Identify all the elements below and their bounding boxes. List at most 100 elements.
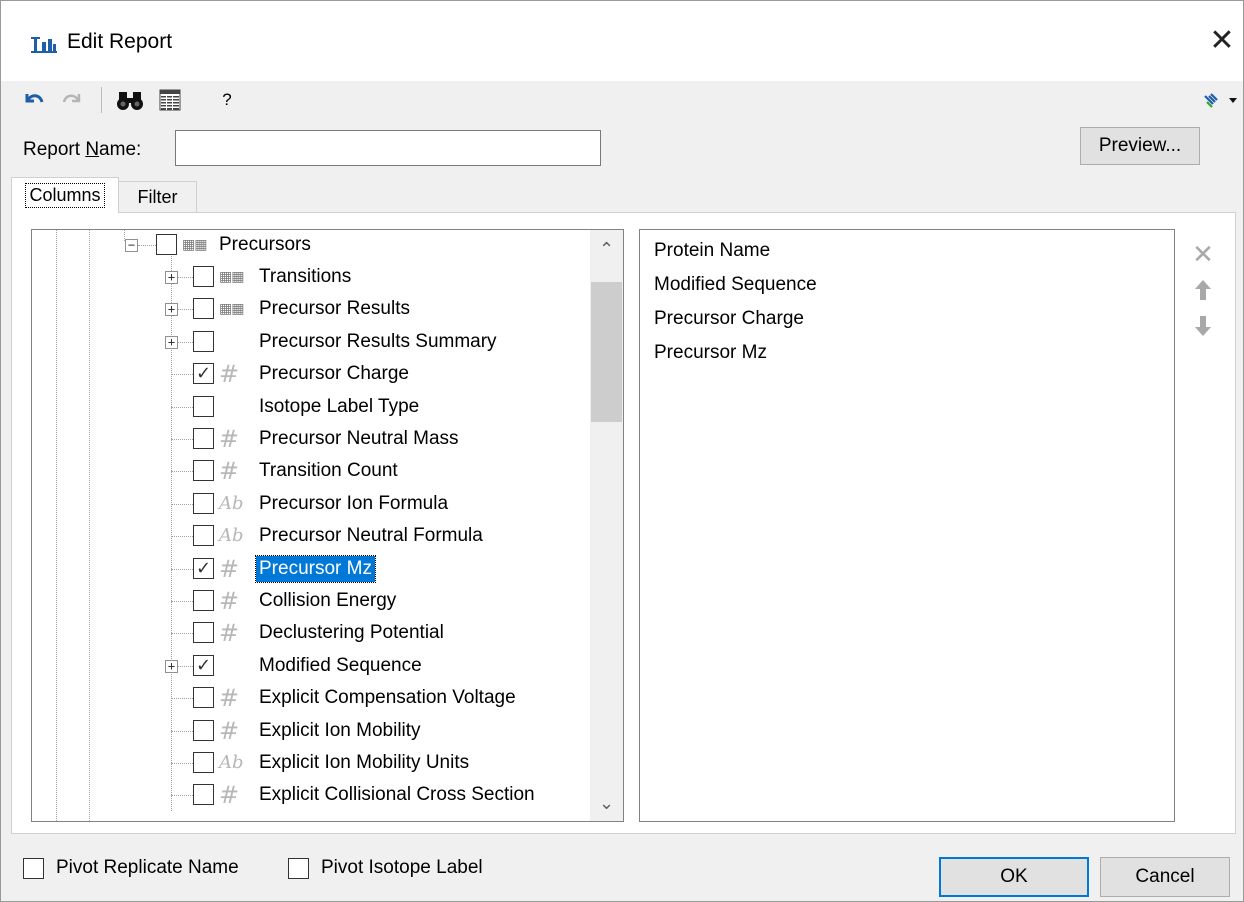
close-icon[interactable]: ✕ — [1207, 23, 1237, 59]
remove-x-icon[interactable]: ✕ — [1187, 239, 1219, 269]
column-grid-icon[interactable] — [153, 85, 187, 115]
tree-checkbox[interactable] — [193, 590, 214, 611]
pivot-replicate-label: Pivot Replicate Name — [56, 857, 239, 878]
tree-row[interactable]: # Explicit Collisional Cross Section — [32, 780, 588, 810]
tree-checkbox[interactable] — [193, 720, 214, 741]
tree-checkbox[interactable]: ✓ — [193, 363, 214, 384]
list-item[interactable]: Precursor Mz — [654, 340, 767, 366]
preview-button[interactable]: Preview... — [1080, 127, 1200, 165]
pivot-replicate-checkbox[interactable] — [23, 857, 44, 879]
table-icon: ▦▦ — [219, 269, 244, 285]
tree-node-label: Explicit Ion Mobility Units — [259, 752, 470, 773]
tree-checkbox[interactable] — [193, 428, 214, 449]
help-button[interactable]: ? — [215, 85, 239, 115]
tree-row[interactable]: # Explicit Ion Mobility — [32, 716, 588, 746]
tree-row[interactable]: ✓ # Precursor Mz — [32, 554, 588, 584]
tree-row[interactable]: # Explicit Compensation Voltage — [32, 683, 588, 713]
tree-row[interactable]: # Precursor Neutral Mass — [32, 424, 588, 454]
hash-icon: # — [219, 555, 240, 583]
tab-columns[interactable]: Columns — [11, 177, 119, 213]
tree-checkbox[interactable] — [193, 784, 214, 805]
toolbar: ? — [1, 81, 1243, 119]
text-icon: Ab — [219, 752, 244, 773]
tree-row[interactable]: + Precursor Results Summary — [32, 327, 588, 357]
tree-row[interactable]: Ab Precursor Neutral Formula — [32, 521, 588, 551]
tree-vertical-scrollbar[interactable]: ⌃ ⌄ — [590, 230, 623, 821]
report-name-input[interactable] — [175, 130, 601, 166]
expand-icon[interactable]: + — [165, 303, 178, 316]
tree-checkbox[interactable]: ✓ — [193, 558, 214, 579]
hash-icon: # — [219, 457, 240, 485]
pivot-isotope-option[interactable]: Pivot Isotope Label — [288, 853, 483, 883]
hash-icon: # — [219, 619, 240, 647]
tree-row[interactable]: + ▦▦ Transitions — [32, 262, 588, 292]
expand-icon[interactable]: + — [165, 271, 178, 284]
tree-checkbox[interactable] — [193, 493, 214, 514]
tree-checkbox[interactable] — [193, 525, 214, 546]
pivot-replicate-option[interactable]: Pivot Replicate Name — [23, 853, 239, 883]
list-item[interactable]: Modified Sequence — [654, 272, 817, 298]
pivot-isotope-checkbox[interactable] — [288, 857, 309, 879]
tree-checkbox[interactable] — [193, 331, 214, 352]
tree-node-label: Explicit Ion Mobility — [259, 720, 421, 741]
redo-icon[interactable] — [57, 85, 87, 115]
scroll-up-icon[interactable]: ⌃ — [590, 234, 623, 264]
collapse-icon[interactable]: − — [125, 239, 138, 252]
pivot-isotope-label: Pivot Isotope Label — [321, 857, 483, 878]
column-tree[interactable]: − ▦▦ Precursors + ▦▦ Transitions + ▦▦ Precurs… — [31, 229, 624, 822]
tree-checkbox[interactable] — [193, 460, 214, 481]
tree-checkbox[interactable] — [156, 234, 177, 255]
tree-checkbox[interactable] — [193, 622, 214, 643]
tree-node-label: Precursor Neutral Mass — [259, 428, 459, 449]
tree-row[interactable]: + ▦▦ Precursor Results — [32, 294, 588, 324]
edit-report-dialog: Edit Report ✕ ? Report Name: Preview... … — [0, 0, 1244, 902]
ok-button[interactable]: OK — [939, 857, 1089, 897]
tree-checkbox[interactable]: ✓ — [193, 655, 214, 676]
undo-icon[interactable] — [19, 85, 49, 115]
tree-node-label: Transition Count — [259, 460, 398, 481]
hash-icon: # — [219, 717, 240, 745]
tree-node-label: Precursor Charge — [259, 363, 409, 384]
tree-row[interactable]: # Collision Energy — [32, 586, 588, 616]
report-app-icon — [31, 37, 57, 53]
scroll-thumb[interactable] — [591, 282, 622, 422]
text-icon: Ab — [219, 525, 244, 546]
tree-row[interactable]: # Declustering Potential — [32, 618, 588, 648]
expand-icon[interactable]: + — [165, 336, 178, 349]
tree-checkbox[interactable] — [193, 266, 214, 287]
hash-icon: # — [219, 781, 240, 809]
hash-icon: # — [219, 425, 240, 453]
binoculars-icon[interactable] — [113, 85, 147, 115]
tab-filter[interactable]: Filter — [119, 181, 197, 213]
title-bar: Edit Report ✕ — [1, 1, 1243, 81]
tree-checkbox[interactable] — [193, 298, 214, 319]
window-title: Edit Report — [67, 30, 173, 53]
tree-row[interactable]: ✓ # Precursor Charge — [32, 359, 588, 389]
tree-row[interactable]: Ab Explicit Ion Mobility Units — [32, 748, 588, 778]
list-item[interactable]: Precursor Charge — [654, 306, 804, 332]
move-down-arrow-icon[interactable] — [1187, 313, 1219, 343]
tree-row-root[interactable]: − ▦▦ Precursors — [32, 230, 588, 260]
tree-node-label: Precursor Mz — [255, 555, 376, 583]
tree-node-label: Precursor Ion Formula — [259, 493, 449, 514]
tree-row[interactable]: Isotope Label Type — [32, 392, 588, 422]
tree-node-label: Explicit Compensation Voltage — [259, 687, 516, 708]
tree-node-label: Transitions — [259, 266, 352, 287]
list-item[interactable]: Protein Name — [654, 238, 770, 264]
tree-checkbox[interactable] — [193, 752, 214, 773]
hash-icon: # — [219, 587, 240, 615]
expand-icon[interactable]: + — [165, 660, 178, 673]
move-up-arrow-icon[interactable] — [1187, 277, 1219, 307]
tree-node-label: Declustering Potential — [259, 622, 444, 643]
scroll-down-icon[interactable]: ⌄ — [590, 788, 623, 818]
tree-checkbox[interactable] — [193, 396, 214, 417]
selected-columns-list[interactable]: Protein Name Modified Sequence Precursor… — [639, 229, 1175, 822]
dropdown-menu-icon[interactable] — [1197, 85, 1241, 115]
tree-row[interactable]: + ✓ Modified Sequence — [32, 651, 588, 681]
cancel-button[interactable]: Cancel — [1100, 857, 1230, 897]
tree-row[interactable]: # Transition Count — [32, 456, 588, 486]
tree-row[interactable]: Ab Precursor Ion Formula — [32, 489, 588, 519]
table-icon: ▦▦ — [182, 237, 207, 253]
tree-checkbox[interactable] — [193, 687, 214, 708]
hash-icon: # — [219, 684, 240, 712]
